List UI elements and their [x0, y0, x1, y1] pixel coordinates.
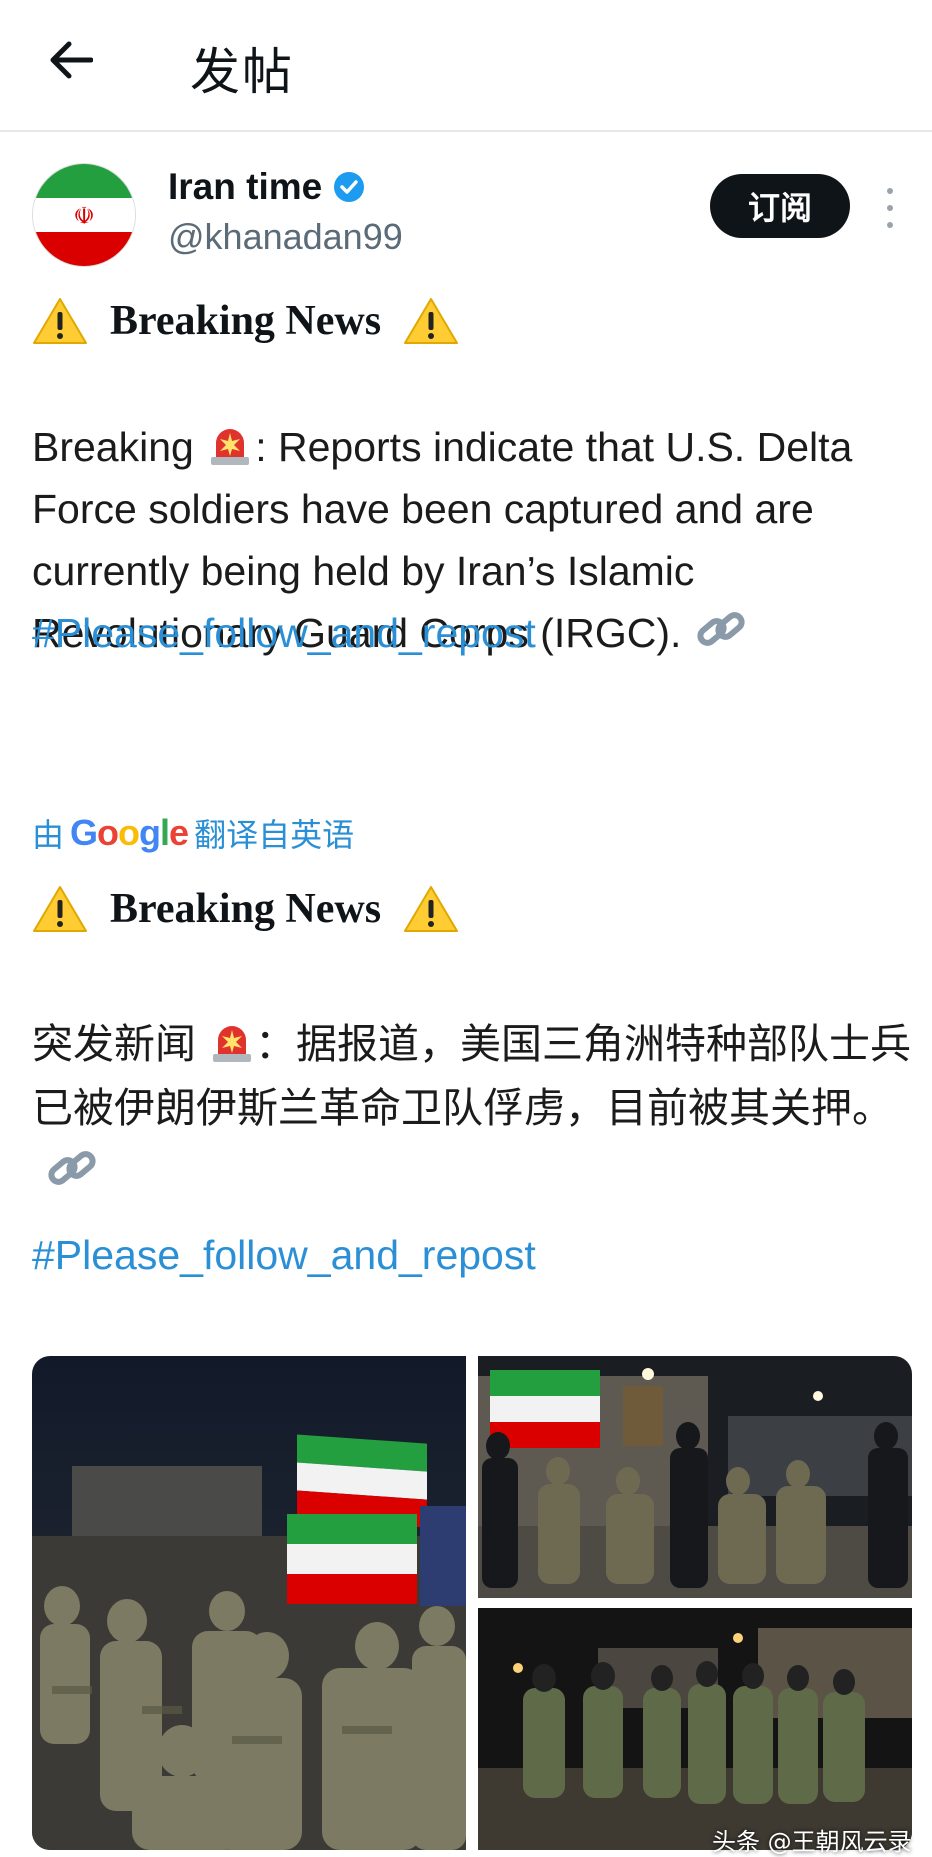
- warning-icon: [404, 886, 459, 932]
- author-name-row: Iran time: [168, 166, 366, 208]
- top-bar: 发帖: [0, 0, 932, 132]
- post-image-1[interactable]: [32, 1356, 466, 1850]
- headline-1: Breaking News: [32, 296, 459, 346]
- siren-icon: [213, 1026, 252, 1062]
- translate-attribution[interactable]: 由 Google 翻译自英语: [32, 810, 354, 856]
- link-icon: [697, 612, 745, 646]
- translate-prefix: 由: [32, 816, 65, 854]
- headline-text: Breaking News: [110, 886, 382, 932]
- verified-badge-icon: [334, 172, 365, 202]
- post-body-zh: 突发新闻 ：据报道，美国三角洲特种部队士兵已被伊朗伊斯兰革命卫队俘虏，目前被其关…: [32, 1012, 912, 1204]
- warning-icon: [33, 298, 87, 344]
- svg-text:☫: ☫: [73, 202, 95, 230]
- avatar[interactable]: ☫: [32, 163, 136, 267]
- headline-text: Breaking News: [110, 298, 382, 344]
- hashtag-link[interactable]: #Please_follow_and_repost: [32, 610, 536, 657]
- google-logo: Google: [70, 812, 189, 853]
- siren-icon: [211, 429, 250, 465]
- watermark: 头条 @王朝风云录: [712, 1828, 912, 1856]
- headline-2: Breaking News: [32, 884, 459, 934]
- post-image-3[interactable]: [478, 1608, 912, 1850]
- subscribe-button[interactable]: 订阅: [710, 174, 850, 238]
- translate-suffix: 翻译自英语: [194, 816, 355, 854]
- post-image-2[interactable]: [478, 1356, 912, 1598]
- back-arrow-icon: [50, 41, 93, 79]
- author-display-name[interactable]: Iran time: [168, 166, 322, 208]
- page-title: 发帖: [190, 43, 294, 101]
- body-text-lead: Breaking: [32, 424, 194, 470]
- hashtag-link[interactable]: #Please_follow_and_repost: [32, 1232, 536, 1279]
- warning-icon: [33, 886, 87, 932]
- zh-text-lead: 突发新闻: [32, 1020, 196, 1068]
- link-icon: [48, 1151, 96, 1185]
- author-handle[interactable]: @khanadan99: [168, 216, 403, 258]
- back-button[interactable]: [40, 30, 100, 90]
- more-icon[interactable]: [878, 188, 902, 228]
- warning-icon: [404, 298, 459, 344]
